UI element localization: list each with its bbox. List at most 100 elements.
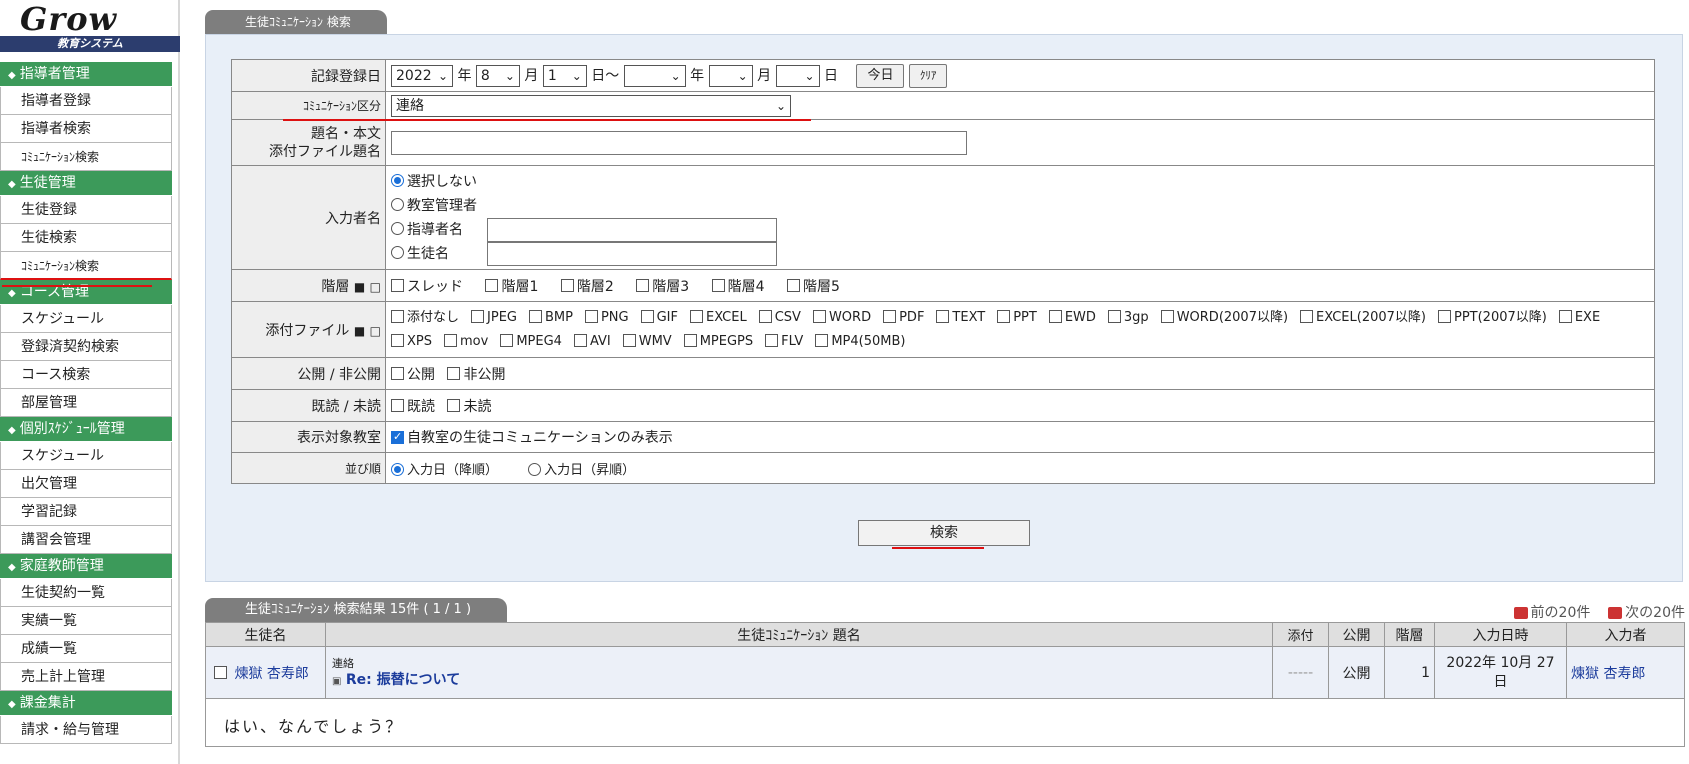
sidebar-item-course-search[interactable]: コース検索 bbox=[0, 361, 172, 389]
checkbox[interactable] bbox=[683, 333, 697, 347]
attachment-option[interactable]: EXCEL bbox=[690, 306, 747, 330]
checkbox[interactable] bbox=[500, 333, 514, 347]
hierarchy-level-3[interactable]: 階層3 bbox=[636, 276, 689, 296]
to-month-select[interactable]: ⌄ bbox=[708, 64, 753, 87]
checkbox[interactable] bbox=[765, 333, 779, 347]
checkbox[interactable] bbox=[1048, 309, 1062, 323]
attachment-option[interactable]: WMV bbox=[622, 330, 672, 354]
checkbox-checked[interactable] bbox=[391, 430, 404, 444]
checkbox[interactable] bbox=[1437, 309, 1451, 323]
from-day-select[interactable]: 1 ⌄ bbox=[542, 64, 587, 87]
attachment-option[interactable]: EWD bbox=[1048, 306, 1096, 330]
publish-private[interactable]: 非公開 bbox=[447, 364, 505, 384]
sidebar-item-billing-payroll[interactable]: 請求・給与管理 bbox=[0, 716, 172, 744]
sort-desc[interactable]: 入力日（降順） bbox=[391, 459, 498, 478]
attachment-option[interactable]: TEXT bbox=[936, 306, 985, 330]
sidebar-item-student-communication-search[interactable]: ｺﾐｭﾆｹｰｼｮﾝ検索 bbox=[0, 252, 172, 280]
attachment-option[interactable]: JPEG bbox=[471, 306, 517, 330]
sidebar-item-instructor-communication-search[interactable]: ｺﾐｭﾆｹｰｼｮﾝ検索 bbox=[0, 143, 172, 171]
checkbox[interactable] bbox=[812, 309, 826, 323]
sidebar-item-sales-management[interactable]: 売上計上管理 bbox=[0, 663, 172, 691]
target-class-own-only[interactable]: 自教室の生徒コミュニケーションのみ表示 bbox=[391, 427, 673, 447]
radio-instructor[interactable] bbox=[391, 222, 404, 235]
checkbox[interactable] bbox=[391, 333, 404, 347]
checkbox[interactable] bbox=[883, 309, 897, 323]
from-month-select[interactable]: 8 ⌄ bbox=[475, 64, 520, 87]
attachment-option[interactable]: CSV bbox=[758, 306, 801, 330]
checkbox[interactable] bbox=[936, 309, 950, 323]
sidebar-item-seminar-management[interactable]: 講習会管理 bbox=[0, 526, 172, 554]
author-link[interactable]: 煉獄 杏寿郎 bbox=[1571, 666, 1645, 682]
next-page-link[interactable]: 次の20件 bbox=[1608, 605, 1685, 621]
radio-class-admin[interactable] bbox=[391, 198, 404, 211]
title-body-input[interactable] bbox=[391, 130, 967, 155]
hierarchy-level-2[interactable]: 階層2 bbox=[560, 276, 614, 296]
checkbox[interactable] bbox=[815, 333, 829, 347]
author-option-none[interactable]: 選択しない bbox=[391, 170, 1649, 194]
attachment-option[interactable]: MPEG4 bbox=[500, 330, 562, 354]
student-link[interactable]: 煉獄 杏寿郎 bbox=[234, 666, 308, 682]
today-button[interactable]: 今日 bbox=[856, 63, 905, 88]
attachment-option[interactable]: AVI bbox=[573, 330, 611, 354]
checkbox[interactable] bbox=[997, 309, 1011, 323]
attachment-option[interactable]: XPS bbox=[391, 330, 432, 354]
communication-type-select[interactable]: 連絡 ⌄ bbox=[391, 94, 791, 117]
hierarchy-thread[interactable]: スレッド bbox=[391, 276, 463, 296]
read-read[interactable]: 既読 bbox=[391, 396, 435, 416]
attachment-option[interactable]: MP4(50MB) bbox=[815, 330, 905, 354]
logo[interactable]: Grow bbox=[20, 0, 117, 38]
sidebar-item-instructor-search[interactable]: 指導者検索 bbox=[0, 115, 172, 143]
sidebar-item-student-search[interactable]: 生徒検索 bbox=[0, 224, 172, 252]
attachment-option[interactable]: EXCEL(2007以降) bbox=[1300, 306, 1426, 330]
attachment-option[interactable]: PPT(2007以降) bbox=[1437, 306, 1547, 330]
expand-icon[interactable]: ▣ bbox=[332, 676, 341, 687]
checkbox[interactable] bbox=[1160, 309, 1174, 323]
clear-button[interactable]: ｸﾘｱ bbox=[908, 63, 948, 88]
author-option-class-admin[interactable]: 教室管理者 bbox=[391, 194, 1649, 218]
sidebar-item-grades-list[interactable]: 成績一覧 bbox=[0, 635, 172, 663]
attachment-option[interactable]: PNG bbox=[584, 306, 629, 330]
radio-student[interactable] bbox=[391, 246, 404, 259]
attachment-option[interactable]: WORD(2007以降) bbox=[1160, 306, 1288, 330]
checkbox[interactable] bbox=[758, 309, 772, 323]
prev-page-link[interactable]: 前の20件 bbox=[1513, 605, 1590, 621]
radio-none[interactable] bbox=[391, 174, 404, 187]
attachment-option[interactable]: mov bbox=[444, 330, 488, 354]
checkbox[interactable] bbox=[584, 309, 598, 323]
deselect-all-icon[interactable]: □ bbox=[370, 324, 381, 338]
checkbox[interactable] bbox=[690, 309, 703, 323]
instructor-name-input[interactable] bbox=[487, 217, 777, 242]
attachment-option[interactable]: EXE bbox=[1558, 306, 1600, 330]
checkbox[interactable] bbox=[1107, 309, 1121, 323]
sidebar-item-student-register[interactable]: 生徒登録 bbox=[0, 196, 172, 224]
row-checkbox[interactable] bbox=[214, 666, 227, 679]
select-all-icon[interactable]: ■ bbox=[354, 324, 365, 338]
attachment-option[interactable]: 3gp bbox=[1107, 306, 1149, 330]
read-unread[interactable]: 未読 bbox=[447, 396, 491, 416]
sidebar-item-results-list[interactable]: 実績一覧 bbox=[0, 607, 172, 635]
attachment-option[interactable]: MPEGPS bbox=[683, 330, 753, 354]
hierarchy-level-4[interactable]: 階層4 bbox=[711, 276, 765, 296]
attachment-option[interactable]: WORD bbox=[812, 306, 871, 330]
hierarchy-level-1[interactable]: 階層1 bbox=[485, 276, 538, 296]
hierarchy-level-5[interactable]: 階層5 bbox=[786, 276, 840, 296]
checkbox[interactable] bbox=[622, 333, 636, 347]
search-button[interactable]: 検索 bbox=[858, 520, 1030, 546]
sidebar-item-student-contracts[interactable]: 生徒契約一覧 bbox=[0, 579, 172, 607]
checkbox[interactable] bbox=[573, 333, 587, 347]
checkbox[interactable] bbox=[528, 309, 542, 323]
sidebar-item-course-schedule[interactable]: スケジュール bbox=[0, 305, 172, 333]
checkbox[interactable] bbox=[444, 333, 457, 347]
sidebar-item-instructor-register[interactable]: 指導者登録 bbox=[0, 87, 172, 115]
author-option-instructor[interactable]: 指導者名 bbox=[391, 217, 1649, 242]
publish-public[interactable]: 公開 bbox=[391, 364, 435, 384]
title-link[interactable]: Re: 振替について bbox=[346, 672, 460, 688]
sidebar-item-study-record[interactable]: 学習記録 bbox=[0, 498, 172, 526]
attachment-option[interactable]: FLV bbox=[765, 330, 803, 354]
sidebar-item-individual-schedule[interactable]: スケジュール bbox=[0, 442, 172, 470]
checkbox[interactable] bbox=[391, 309, 404, 323]
attachment-option[interactable]: GIF bbox=[640, 306, 678, 330]
student-name-input[interactable] bbox=[487, 241, 777, 266]
to-day-select[interactable]: ⌄ bbox=[775, 64, 820, 87]
sidebar-item-room-management[interactable]: 部屋管理 bbox=[0, 389, 172, 417]
